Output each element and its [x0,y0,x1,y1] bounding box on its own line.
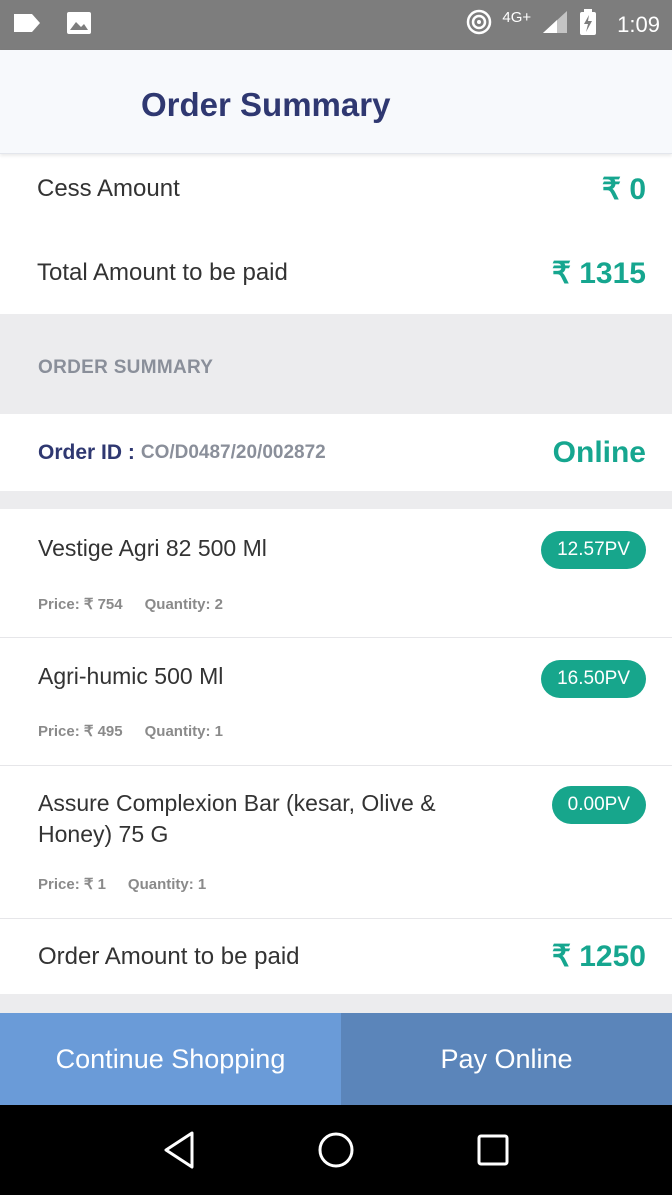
item-price: Price: ₹ 754 [38,596,123,613]
divider-band [0,491,672,509]
home-icon[interactable] [306,1120,366,1180]
cess-amount-row: Cess Amount ₹ 0 [0,156,672,222]
system-nav-bar [0,1105,672,1195]
pv-badge: 12.57PV [541,531,646,569]
payment-mode: Online [552,435,646,469]
item-quantity: Quantity: 1 [127,876,207,893]
bottom-gap [0,994,672,1013]
signal-icon [541,9,569,41]
item-price: Price: ₹ 495 [38,723,123,740]
continue-shopping-button[interactable]: Continue Shopping [0,1013,341,1105]
total-amount-value: ₹ 1315 [551,256,646,290]
total-amount-row: Total Amount to be paid ₹ 1315 [0,238,672,308]
status-time: 1:09 [617,12,660,37]
page-title: Order Summary [141,86,391,123]
order-amount-label: Order Amount to be paid [38,942,300,970]
item-quantity: Quantity: 1 [144,723,223,740]
total-amount-label: Total Amount to be paid [37,259,288,286]
battery-charging-icon [579,8,597,42]
order-amount-value: ₹ 1250 [551,940,646,973]
app-header: Order Summary [0,50,672,154]
item-meta: Price: ₹ 754 Quantity: 2 [38,595,223,613]
cess-amount-label: Cess Amount [37,175,180,202]
status-bar: 4G+ 1:09 [0,0,672,50]
hotspot-icon [466,9,492,41]
item-meta: Price: ₹ 495 Quantity: 1 [38,722,223,740]
network-type: 4G+ [502,8,532,26]
recents-icon[interactable] [463,1120,523,1180]
item-quantity: Quantity: 2 [144,596,223,613]
item-name: Assure Complexion Bar (kesar, Olive & Ho… [38,790,436,847]
order-id-row: Order ID : CO/D0487/20/002872 Online [0,414,672,491]
item-name: Vestige Agri 82 500 Ml [38,535,267,561]
list-item: Vestige Agri 82 500 Ml 12.57PV Price: ₹ … [0,509,672,638]
item-price: Price: ₹ 1 [38,876,106,893]
pv-badge: 16.50PV [541,660,646,698]
list-item: Assure Complexion Bar (kesar, Olive & Ho… [0,766,672,919]
back-icon[interactable] [149,1120,209,1180]
item-meta: Price: ₹ 1 Quantity: 1 [38,875,206,893]
list-item: Agri-humic 500 Ml 16.50PV Price: ₹ 495 Qu… [0,638,672,766]
order-id-label: Order ID : [38,440,135,464]
section-title: ORDER SUMMARY [38,357,214,378]
notification-icon [12,12,42,39]
item-name: Agri-humic 500 Ml [38,663,224,689]
cess-amount-value: ₹ 0 [601,172,646,206]
order-id-value: CO/D0487/20/002872 [140,441,326,463]
order-amount-row: Order Amount to be paid ₹ 1250 [0,919,672,994]
pay-online-button[interactable]: Pay Online [341,1013,672,1105]
order-summary-screen: 4G+ 1:09 Order Summary Cess Amount ₹ 0 T… [0,0,672,1195]
image-icon [66,11,92,40]
pv-badge: 0.00PV [551,786,646,824]
